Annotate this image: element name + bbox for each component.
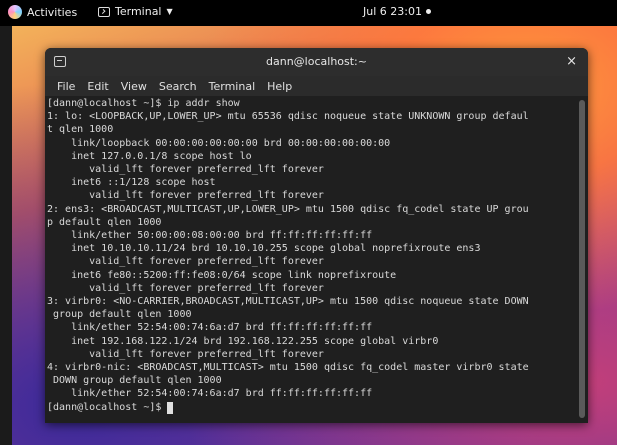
caret-down-icon: ▼ <box>166 7 173 16</box>
terminal-line: group default qlen 1000 <box>47 309 192 321</box>
terminal-line: 4: virbr0-nic: <BROADCAST,MULTICAST> mtu… <box>47 362 529 374</box>
terminal-line: 3: virbr0: <NO-CARRIER,BROADCAST,MULTICA… <box>47 296 529 308</box>
menu-search[interactable]: Search <box>153 80 203 93</box>
terminal-line: inet 127.0.0.1/8 scope host lo <box>47 150 252 162</box>
app-menu-label: Terminal <box>115 5 162 18</box>
menu-file[interactable]: File <box>51 80 81 93</box>
terminal-line: p default qlen 1000 <box>47 216 162 228</box>
menu-terminal[interactable]: Terminal <box>203 80 262 93</box>
terminal-line: [dann@localhost ~]$ ip addr show <box>47 98 240 109</box>
fedora-logo-icon <box>8 5 22 19</box>
left-edge <box>0 26 12 445</box>
menu-help[interactable]: Help <box>261 80 298 93</box>
terminal-line: inet6 ::1/128 scope host <box>47 177 216 189</box>
top-bar: Activities Terminal ▼ Jul 6 23:01 <box>0 0 617 26</box>
window-titlebar[interactable]: dann@localhost:~ × <box>45 48 588 76</box>
notification-dot-icon <box>425 9 431 14</box>
menu-view[interactable]: View <box>115 80 153 93</box>
terminal-line: 1: lo: <LOOPBACK,UP,LOWER_UP> mtu 65536 … <box>47 111 529 123</box>
text-cursor <box>167 401 174 414</box>
terminal-line: valid_lft forever preferred_lft forever <box>47 164 324 176</box>
terminal-line: link/loopback 00:00:00:00:00:00 brd 00:0… <box>47 137 391 149</box>
terminal-line: 2: ens3: <BROADCAST,MULTICAST,UP,LOWER_U… <box>47 203 529 215</box>
activities-button[interactable]: Activities <box>8 5 77 19</box>
prompt-text: [dann@localhost ~]$ <box>47 401 168 413</box>
terminal-line: inet6 fe80::5200:ff:fe08:0/64 scope link… <box>47 269 397 281</box>
terminal-output: [dann@localhost ~]$ ip addr show 1: lo: <… <box>47 97 576 401</box>
window-title: dann@localhost:~ <box>266 55 367 68</box>
prompt-line[interactable]: [dann@localhost ~]$ <box>47 401 576 414</box>
clock-label: Jul 6 23:01 <box>363 5 422 18</box>
terminal-line: valid_lft forever preferred_lft forever <box>47 348 324 360</box>
terminal-line: inet 192.168.122.1/24 brd 192.168.122.25… <box>47 335 439 347</box>
terminal-line: t qlen 1000 <box>47 124 114 136</box>
terminal-line: valid_lft forever preferred_lft forever <box>47 256 324 268</box>
scrollbar[interactable] <box>576 96 588 423</box>
terminal-line: valid_lft forever preferred_lft forever <box>47 282 324 294</box>
terminal-line: inet 10.10.10.11/24 brd 10.10.10.255 sco… <box>47 243 481 255</box>
terminal-line: valid_lft forever preferred_lft forever <box>47 190 324 202</box>
menu-bar: File Edit View Search Terminal Help <box>45 76 588 96</box>
app-menu-button[interactable]: Terminal ▼ <box>98 5 173 18</box>
scrollbar-thumb[interactable] <box>579 100 585 418</box>
terminal-window: dann@localhost:~ × File Edit View Search… <box>45 48 588 423</box>
terminal-line: link/ether 50:00:00:08:00:00 brd ff:ff:f… <box>47 230 373 242</box>
terminal-line: link/ether 52:54:00:74:6a:d7 brd ff:ff:f… <box>47 388 373 400</box>
clock-button[interactable]: Jul 6 23:01 <box>363 5 431 18</box>
terminal-content[interactable]: [dann@localhost ~]$ ip addr show 1: lo: <… <box>45 96 576 423</box>
close-icon[interactable]: × <box>566 54 577 69</box>
terminal-line: link/ether 52:54:00:74:6a:d7 brd ff:ff:f… <box>47 322 373 334</box>
terminal-line: DOWN group default qlen 1000 <box>47 375 222 387</box>
terminal-app-icon <box>98 6 110 17</box>
menu-edit[interactable]: Edit <box>81 80 114 93</box>
activities-label: Activities <box>27 5 78 19</box>
